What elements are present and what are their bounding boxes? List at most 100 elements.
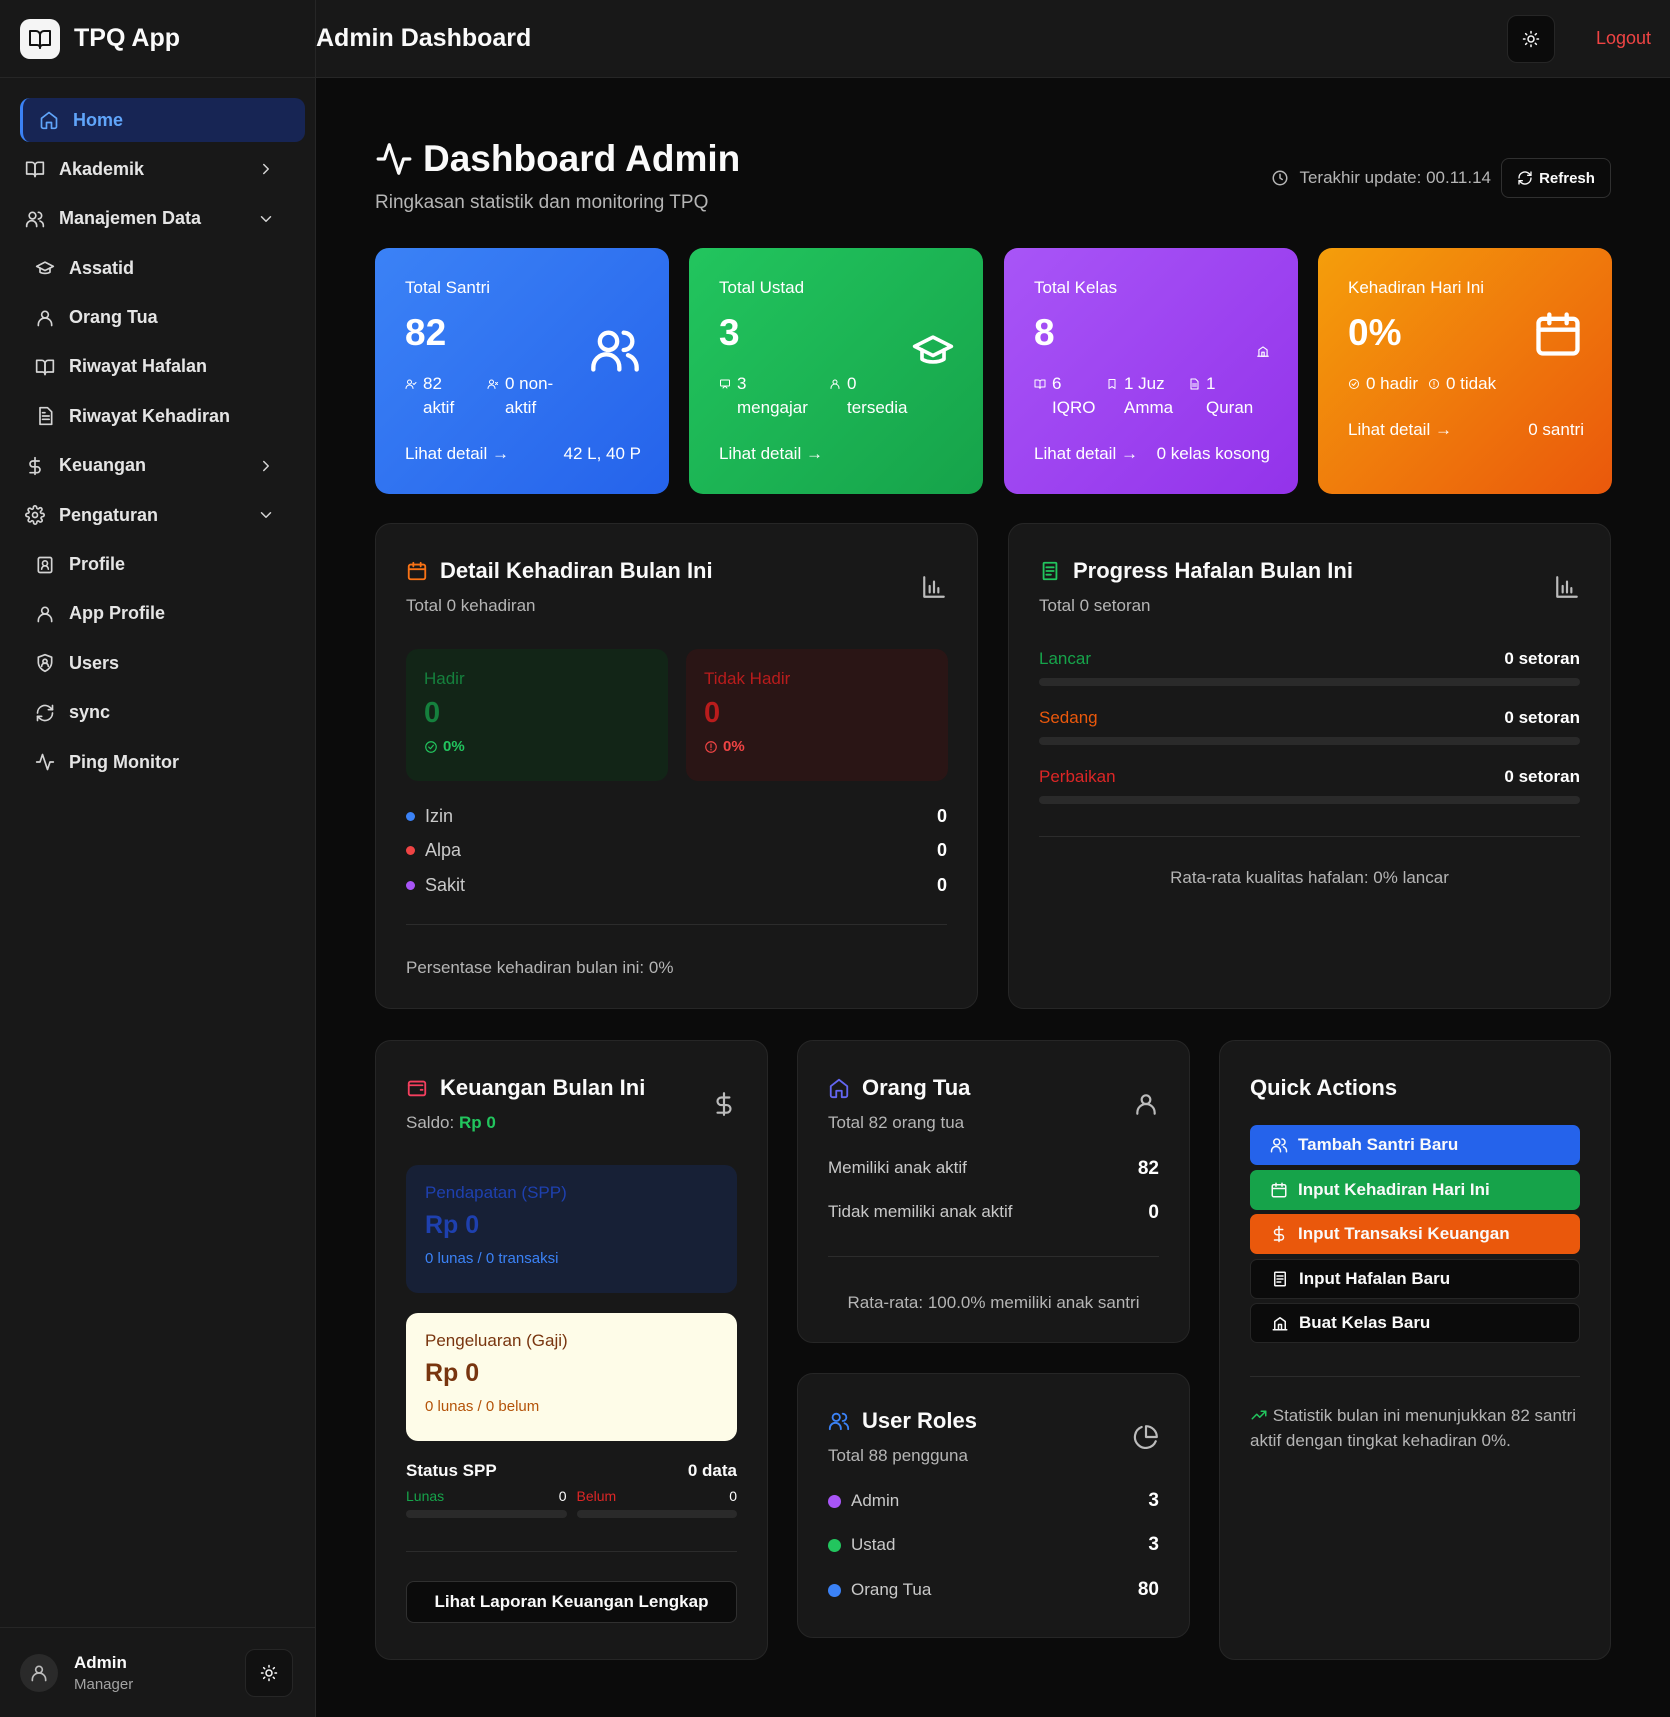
stat-value: 8 (1034, 312, 1055, 353)
add-santri-button[interactable]: Tambah Santri Baru (1250, 1125, 1580, 1165)
sidebar-item-ping-monitor[interactable]: Ping Monitor (20, 740, 305, 784)
stat-sub-mengajar: 3 mengajar (719, 372, 813, 420)
row-label: Memiliki anak aktif (828, 1158, 967, 1177)
sidebar-item-label: Riwayat Hafalan (69, 356, 208, 377)
sidebar-item-label: Orang Tua (69, 307, 158, 328)
brand[interactable]: TPQ App (0, 0, 315, 78)
attendance-row-alpa: Alpa 0 (406, 838, 947, 862)
home-icon (39, 110, 59, 130)
attendance-row-sakit: Sakit 0 (406, 873, 947, 897)
divider (1250, 1376, 1580, 1377)
sidebar-item-label: Home (73, 109, 124, 130)
dollar-icon (1270, 1225, 1288, 1243)
input-kehadiran-button[interactable]: Input Kehadiran Hari Ini (1250, 1170, 1580, 1210)
row-value: 0 (936, 874, 947, 895)
divider (1039, 836, 1580, 837)
stat-detail-link[interactable]: Lihat detail → (405, 444, 509, 464)
panel-title: Progress Hafalan Bulan Ini (1073, 558, 1353, 583)
sidebar-item-app-profile[interactable]: App Profile (20, 592, 305, 636)
sidebar-item-orang-tua[interactable]: Orang Tua (20, 296, 305, 340)
sidebar-item-users[interactable]: Users (20, 641, 305, 685)
chevron-down-icon (257, 210, 275, 228)
theme-toggle-button[interactable] (1507, 15, 1555, 63)
file-text-icon (1188, 378, 1200, 390)
sidebar-item-riwayat-kehadiran[interactable]: Riwayat Kehadiran (20, 394, 305, 438)
theme-toggle-button[interactable] (245, 1648, 293, 1697)
saldo-value: Rp 0 (458, 1113, 496, 1132)
sidebar-item-akademik[interactable]: Akademik (20, 147, 305, 191)
stat-sub: 3 mengajar 0 tersedia (719, 372, 935, 420)
avatar[interactable] (20, 1653, 58, 1692)
stat-sub-text: 0 tersedia (847, 374, 908, 417)
graduation-cap-icon (911, 328, 955, 372)
panel-subtitle: Total 82 orang tua (828, 1113, 965, 1132)
spp-header: Status SPP 0 data (406, 1461, 737, 1481)
stat-detail-link[interactable]: Lihat detail → (1348, 420, 1452, 440)
stat-card-total-ustad[interactable]: Total Ustad 3 3 mengajar 0 tersedia Liha… (689, 248, 983, 494)
chevron-right-icon (257, 160, 275, 178)
stat-sub-text: 1 Juz Amma (1124, 374, 1174, 417)
sidebar-user: Admin Manager (0, 1627, 315, 1717)
stat-card-kehadiran[interactable]: Kehadiran Hari Ini 0% 0 hadir 0 tidak Li… (1318, 248, 1612, 494)
stat-detail-link[interactable]: Lihat detail → (719, 444, 823, 464)
file-text-icon (1271, 1270, 1289, 1288)
wallet-icon (406, 1077, 428, 1099)
user-x-icon (487, 378, 499, 390)
sidebar-item-home[interactable]: Home (20, 98, 305, 142)
button-label: Tambah Santri Baru (1298, 1135, 1459, 1154)
sidebar-item-profile[interactable]: Profile (20, 543, 305, 587)
stat-sub-text: 0 tidak (1445, 374, 1497, 393)
last-update-text: Terakhir update: 00.11.14 (1299, 168, 1491, 187)
finance-report-button[interactable]: Lihat Laporan Keuangan Lengkap (406, 1581, 737, 1623)
sidebar-item-keuangan[interactable]: Keuangan (20, 444, 305, 488)
stat-card-total-santri[interactable]: Total Santri 82 82 aktif 0 non-aktif Lih… (375, 248, 669, 494)
sidebar-item-label: Pengaturan (59, 504, 159, 525)
pendapatan-note: 0 lunas / 0 transaksi (425, 1250, 559, 1267)
sidebar-item-label: Manajemen Data (59, 208, 202, 229)
tidak-hadir-percent-text: 0% (723, 738, 745, 755)
tidak-hadir-label: Tidak Hadir (704, 669, 791, 688)
row-label: Tidak memiliki anak aktif (828, 1202, 1013, 1221)
hadir-label: Hadir (424, 669, 465, 688)
pengeluaran-label: Pengeluaran (Gaji) (425, 1331, 568, 1350)
stat-card-total-kelas[interactable]: Total Kelas 8 6 IQRO 1 Juz Amma 1 Quran … (1004, 248, 1298, 494)
spp-belum: Belum 0 (576, 1488, 737, 1518)
input-transaksi-button[interactable]: Input Transaksi Keuangan (1250, 1214, 1580, 1254)
panel-title: Orang Tua (862, 1075, 971, 1100)
panel-title: User Roles (862, 1408, 977, 1433)
row-label: Sakit (425, 874, 466, 895)
sidebar-item-label: Users (69, 652, 120, 673)
refresh-button[interactable]: Refresh (1501, 158, 1611, 198)
activity-icon (375, 140, 413, 178)
check-circle-icon (424, 740, 438, 754)
logout-link[interactable]: Logout (1596, 28, 1651, 49)
buat-kelas-button[interactable]: Buat Kelas Baru (1250, 1303, 1580, 1343)
sidebar-item-riwayat-hafalan[interactable]: Riwayat Hafalan (20, 345, 305, 389)
tidak-hadir-percent: 0% (704, 738, 930, 755)
button-label: Buat Kelas Baru (1299, 1313, 1431, 1332)
panel-header: Progress Hafalan Bulan Ini (1039, 558, 1353, 584)
sidebar-item-pengaturan[interactable]: Pengaturan (20, 493, 305, 537)
file-text-icon (35, 406, 55, 426)
row-label: Perbaikan (1039, 767, 1116, 786)
page-title-text: Dashboard Admin (423, 138, 741, 179)
users-icon (1270, 1136, 1288, 1154)
parents-row: Memiliki anak aktif 82 (828, 1158, 1159, 1180)
status-dot (828, 1494, 841, 1508)
parents-row: Tidak memiliki anak aktif 0 (828, 1202, 1159, 1224)
stat-sub-iqro: 6 IQRO (1034, 372, 1095, 420)
pendapatan-label: Pendapatan (SPP) (425, 1183, 567, 1202)
row-label: Izin (425, 805, 454, 826)
sidebar-item-sync[interactable]: sync (20, 691, 305, 735)
divider (406, 924, 947, 925)
sidebar-item-manajemen-data[interactable]: Manajemen Data (20, 197, 305, 241)
spp-lunas-value: 0 (558, 1488, 567, 1504)
attendance-row-izin: Izin 0 (406, 804, 947, 828)
file-text-icon (1039, 560, 1061, 582)
users-icon (25, 209, 45, 229)
input-hafalan-button[interactable]: Input Hafalan Baru (1250, 1259, 1580, 1299)
sidebar-item-assatid[interactable]: Assatid (20, 246, 305, 290)
row-label: Alpa (425, 839, 462, 860)
panel-header: Quick Actions (1250, 1075, 1397, 1101)
stat-detail-link[interactable]: Lihat detail → (1034, 444, 1138, 464)
